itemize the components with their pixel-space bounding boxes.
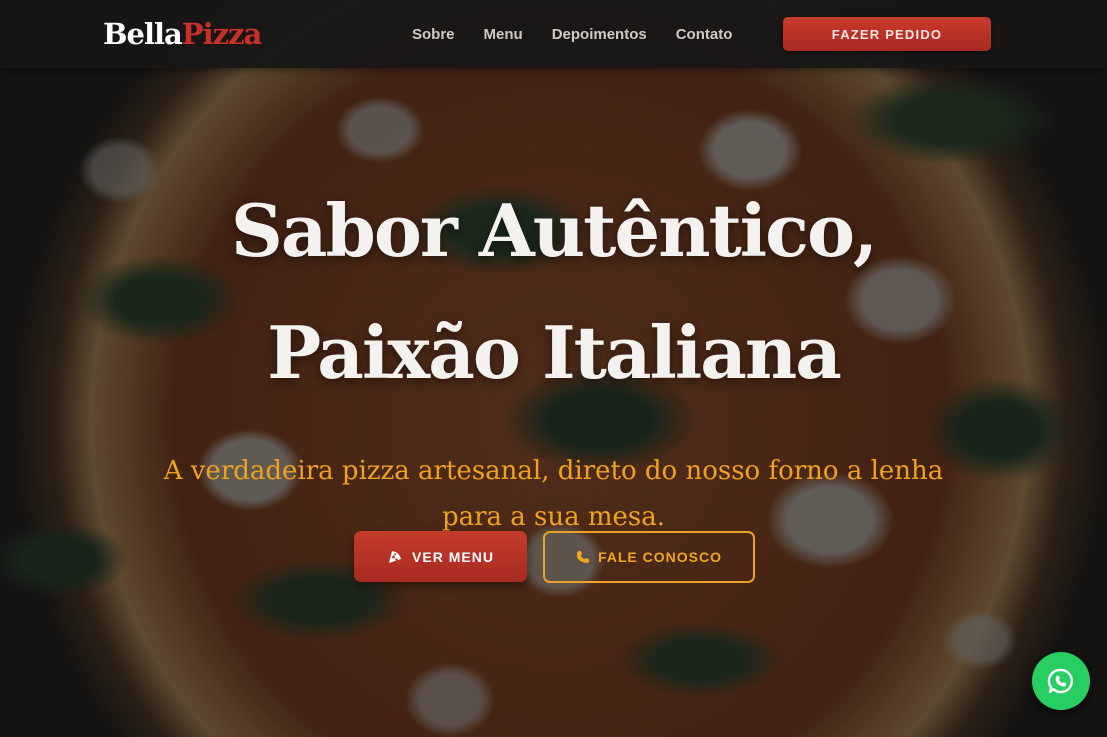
phone-icon xyxy=(576,550,590,564)
main-nav: Sobre Menu Depoimentos Contato xyxy=(412,0,732,68)
nav-link-menu[interactable]: Menu xyxy=(484,26,523,43)
contact-us-label: FALE CONOSCO xyxy=(597,549,722,565)
brand-logo-part2: Pizza xyxy=(181,17,263,51)
contact-us-button[interactable]: FALE CONOSCO xyxy=(543,531,755,583)
whatsapp-button[interactable] xyxy=(1032,652,1090,710)
nav-link-sobre[interactable]: Sobre xyxy=(412,26,455,43)
whatsapp-icon xyxy=(1047,667,1075,695)
order-button[interactable]: FAZER PEDIDO xyxy=(783,17,991,51)
brand-logo[interactable]: BellaPizza xyxy=(103,14,263,54)
hero-section: Sabor Autêntico, Paixão Italiana A verda… xyxy=(0,170,1107,540)
hero-title: Sabor Autêntico, Paixão Italiana xyxy=(0,170,1107,414)
hero-title-line1: Sabor Autêntico, xyxy=(230,188,878,273)
site-header: BellaPizza Sobre Menu Depoimentos Contat… xyxy=(0,0,1107,68)
view-menu-label: VER MENU xyxy=(412,548,494,565)
hero-title-line2: Paixão Italiana xyxy=(267,310,842,395)
view-menu-button[interactable]: VER MENU xyxy=(354,531,527,582)
hero-cta-group: VER MENU FALE CONOSCO xyxy=(354,531,755,583)
brand-logo-part1: Bella xyxy=(103,17,183,51)
nav-link-contato[interactable]: Contato xyxy=(676,26,733,43)
landing-page: BellaPizza Sobre Menu Depoimentos Contat… xyxy=(0,0,1107,737)
nav-link-depoimentos[interactable]: Depoimentos xyxy=(552,26,647,43)
hero-subtitle: A verdadeira pizza artesanal, direto do … xyxy=(163,456,944,532)
pizza-slice-icon xyxy=(387,549,403,565)
